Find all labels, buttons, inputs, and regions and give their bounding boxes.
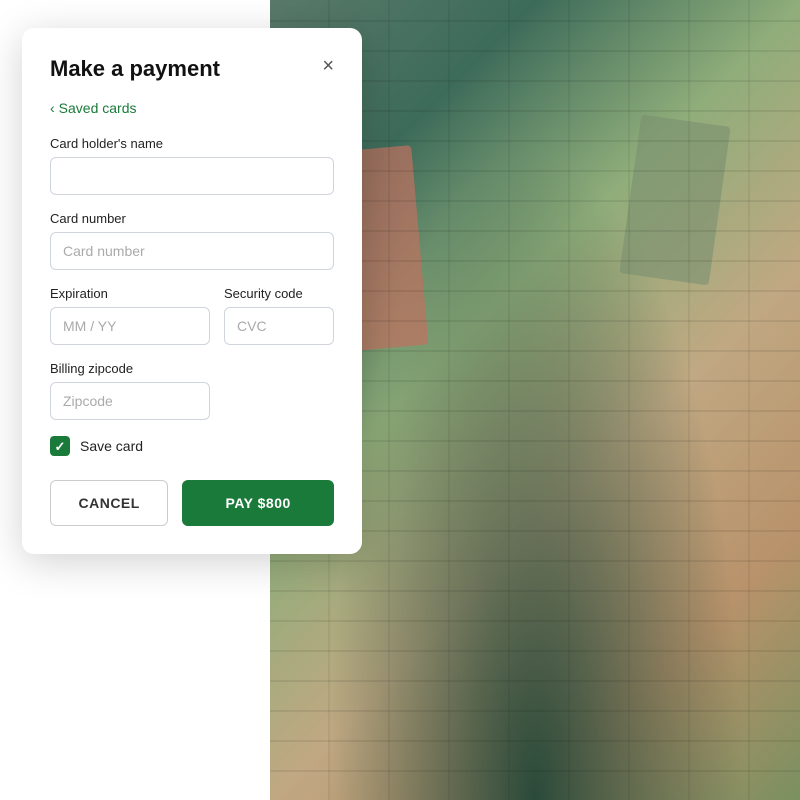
modal-title: Make a payment: [50, 56, 220, 82]
cardholder-label: Card holder's name: [50, 136, 334, 151]
card-number-label: Card number: [50, 211, 334, 226]
card-number-field-group: Card number: [50, 211, 334, 270]
zipcode-label: Billing zipcode: [50, 361, 334, 376]
save-card-row: Save card: [50, 436, 334, 456]
wall-decoration-2: [619, 115, 730, 286]
action-button-row: CANCEL PAY $800: [50, 480, 334, 526]
save-card-label: Save card: [80, 438, 143, 454]
expiration-label: Expiration: [50, 286, 210, 301]
security-label: Security code: [224, 286, 334, 301]
close-button[interactable]: ×: [322, 56, 334, 76]
saved-cards-label: Saved cards: [59, 100, 137, 116]
zipcode-field-group: Billing zipcode: [50, 361, 334, 420]
pay-button[interactable]: PAY $800: [182, 480, 334, 526]
card-number-input[interactable]: [50, 232, 334, 270]
cardholder-input[interactable]: [50, 157, 334, 195]
zipcode-input[interactable]: [50, 382, 210, 420]
saved-cards-link[interactable]: ‹ Saved cards: [50, 100, 334, 116]
chevron-left-icon: ‹: [50, 100, 55, 116]
save-card-checkbox-wrapper[interactable]: [50, 436, 70, 456]
expiry-security-row: Expiration Security code: [50, 286, 334, 345]
payment-modal: Make a payment × ‹ Saved cards Card hold…: [22, 28, 362, 554]
cardholder-field-group: Card holder's name: [50, 136, 334, 195]
expiration-field-group: Expiration: [50, 286, 210, 345]
cancel-button[interactable]: CANCEL: [50, 480, 168, 526]
expiration-input[interactable]: [50, 307, 210, 345]
security-field-group: Security code: [224, 286, 334, 345]
security-input[interactable]: [224, 307, 334, 345]
modal-header: Make a payment ×: [50, 56, 334, 82]
